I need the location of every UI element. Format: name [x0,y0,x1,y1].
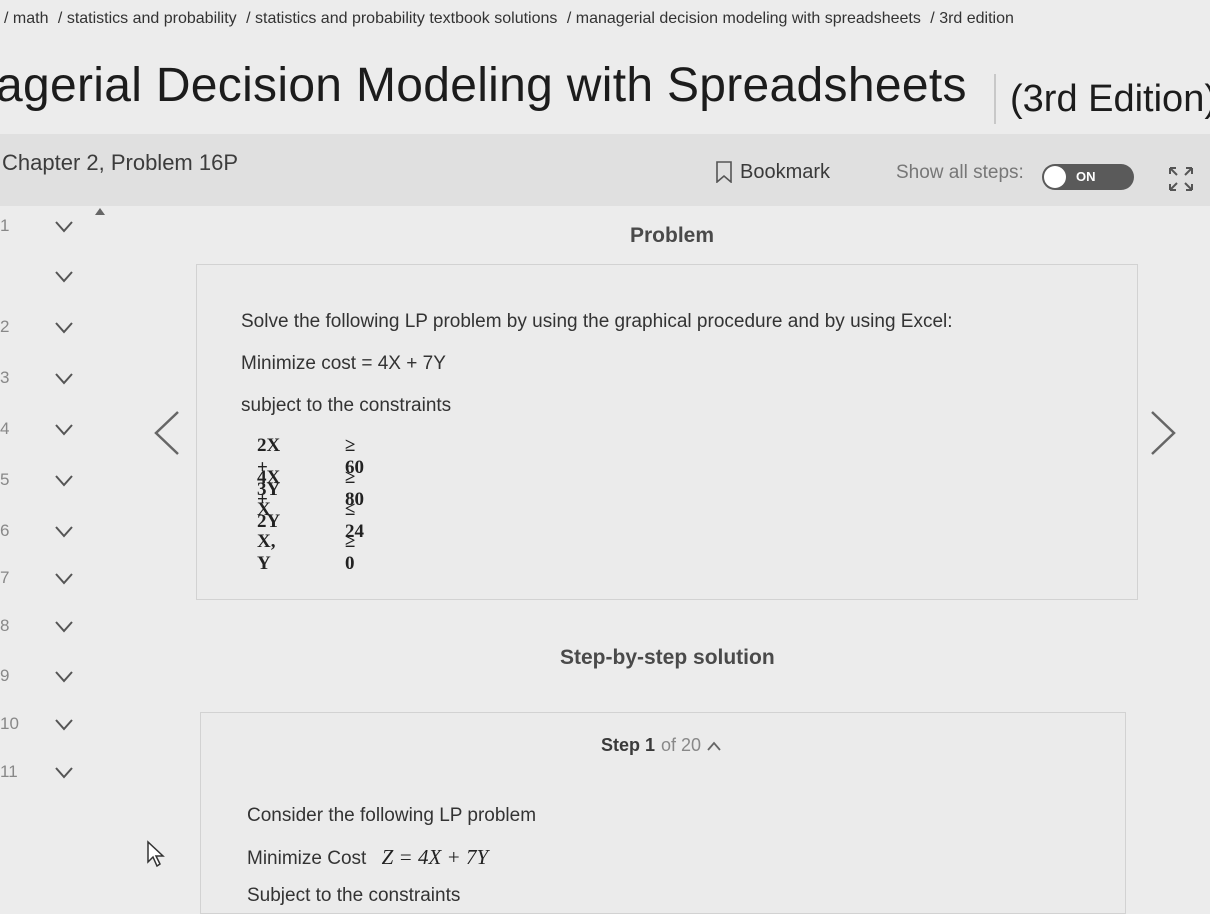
cursor-icon [147,840,165,868]
step-line-3: Subject to the constraints [247,885,461,906]
chevron-down-icon[interactable] [54,474,74,488]
sidebar-item[interactable]: 1 [0,206,96,250]
sidebar-item[interactable]: 5 [0,460,96,504]
sidebar-item[interactable]: 11 [0,752,96,796]
breadcrumb-item-edition[interactable]: / 3rd edition [930,10,1014,27]
toggle-knob [1044,166,1066,188]
constraint-rhs: ≥ 0 [345,531,356,574]
book-title-bar: agerial Decision Modeling with Spreadshe… [0,52,1210,132]
chevron-left-icon[interactable] [152,408,182,458]
sidebar-item[interactable]: 9 [0,656,96,700]
chapter-problem-label: Chapter 2, Problem 16P [2,150,239,175]
sidebar-item-number: 11 [0,762,18,781]
sidebar-item[interactable]: 6 [0,511,96,555]
chevron-down-icon[interactable] [54,220,74,234]
chevron-down-icon[interactable] [54,372,74,386]
bookmark-button[interactable]: Bookmark [716,158,830,186]
sidebar-item[interactable]: 7 [0,558,96,602]
sidebar-item-number: 3 [0,368,10,387]
sidebar-item-number: 10 [0,714,19,733]
sidebar-item[interactable]: 4 [0,409,96,453]
problem-objective: Minimize cost = 4X + 7Y [241,353,446,374]
constraint-lhs: X, Y [257,531,276,574]
sidebar-item-number: 5 [0,470,10,489]
problem-intro: Solve the following LP problem by using … [241,311,953,332]
sidebar-item-number: 9 [0,666,10,685]
breadcrumb-item-math[interactable]: / math [4,10,48,27]
step-line-2-label: Minimize Cost [247,848,367,869]
book-title: agerial Decision Modeling with Spreadshe… [0,59,967,112]
sidebar-item-number: 8 [0,616,10,635]
step-box: Step 1 of 20 Consider the following LP p… [200,712,1126,914]
toggle-state-label: ON [1076,169,1096,184]
bookmark-label: Bookmark [740,160,831,183]
step-number: Step 1 [601,735,656,755]
problem-sidebar: 1 2 3 4 5 6 7 8 9 10 11 [0,206,96,806]
chapter-bar: Chapter 2, Problem 16P Bookmark Show all… [0,134,1210,206]
sidebar-item[interactable]: 2 [0,307,96,351]
chevron-down-icon[interactable] [54,572,74,586]
chevron-up-icon[interactable] [707,741,721,751]
sidebar-item-number: 2 [0,317,10,336]
problem-box: Solve the following LP problem by using … [196,264,1138,600]
book-edition: (3rd Edition) [1010,78,1210,120]
chevron-down-icon[interactable] [54,321,74,335]
solution-heading: Step-by-step solution [560,646,775,669]
show-all-steps-toggle[interactable]: ON [1042,164,1134,190]
sidebar-item[interactable]: 10 [0,704,96,748]
breadcrumb-item-solutions[interactable]: / statistics and probability textbook so… [246,10,557,27]
show-all-steps-label: Show all steps: [896,162,1024,183]
breadcrumb: / math / statistics and probability / st… [0,4,1210,44]
bookmark-icon [716,161,732,183]
sidebar-item[interactable]: 8 [0,606,96,650]
chevron-down-icon[interactable] [54,718,74,732]
sidebar-item-number: 6 [0,521,10,540]
sidebar-item[interactable]: 3 [0,358,96,402]
sidebar-item-number: 7 [0,568,10,587]
chevron-right-icon[interactable] [1148,408,1178,458]
chevron-down-icon[interactable] [54,620,74,634]
chevron-down-icon[interactable] [54,766,74,780]
step-line-2: Minimize Cost Z = 4X + 7Y [247,845,488,870]
breadcrumb-item-book[interactable]: / managerial decision modeling with spre… [567,10,921,27]
chevron-down-icon[interactable] [54,423,74,437]
title-divider [994,74,996,124]
step-total: of 20 [661,735,702,755]
problem-heading: Problem [630,224,715,247]
sidebar-item-number: 4 [0,419,10,438]
breadcrumb-item-statistics[interactable]: / statistics and probability [58,10,237,27]
step-line-1: Consider the following LP problem [247,805,537,826]
step-line-2-math: Z = 4X + 7Y [381,845,489,869]
constraint-lhs: X [257,499,271,520]
problem-subject: subject to the constraints [241,395,452,416]
chevron-down-icon[interactable] [54,270,74,284]
expand-icon[interactable] [1166,164,1196,194]
chevron-down-icon[interactable] [54,670,74,684]
sidebar-item[interactable] [0,256,96,300]
step-header: Step 1 of 20 [601,735,721,756]
sidebar-item-number: 1 [0,216,10,235]
chevron-down-icon[interactable] [54,525,74,539]
